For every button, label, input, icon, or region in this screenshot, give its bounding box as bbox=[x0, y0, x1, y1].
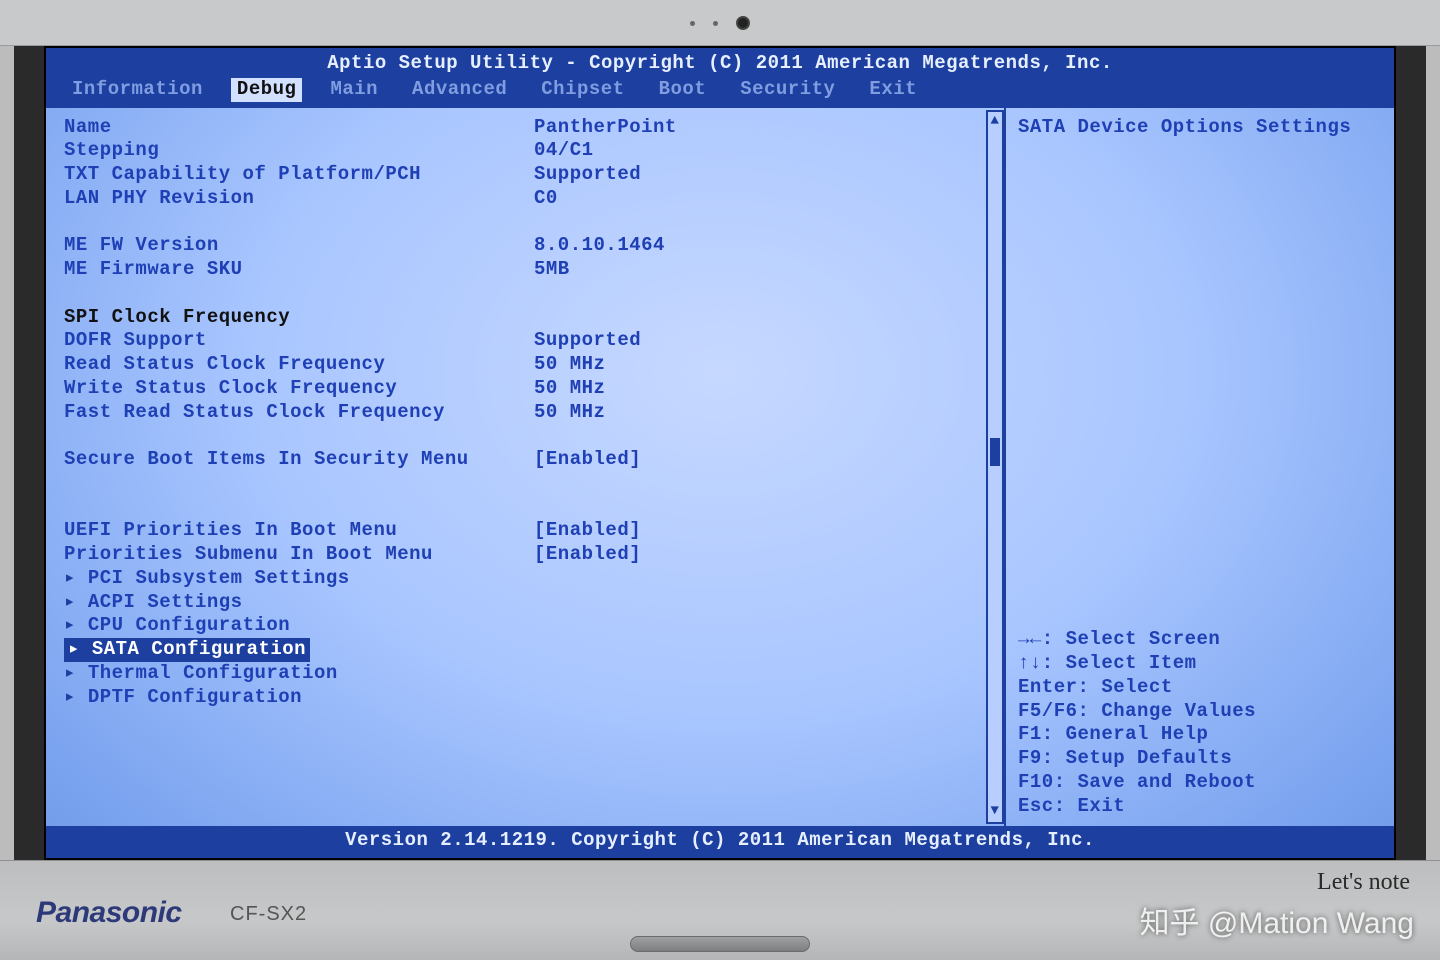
brand-series: Let's note bbox=[1317, 869, 1410, 896]
tab-advanced[interactable]: Advanced bbox=[406, 78, 513, 102]
setting-value: 04/C1 bbox=[534, 139, 594, 163]
submenu-dptf-configuration[interactable]: ▸ DPTF Configuration bbox=[64, 686, 994, 710]
tab-information[interactable]: Information bbox=[66, 78, 209, 102]
setting-value: [Enabled] bbox=[534, 543, 641, 567]
scrollbar[interactable]: ▲ ▼ bbox=[986, 110, 1004, 825]
setting-row: TXT Capability of Platform/PCHSupported bbox=[64, 163, 994, 187]
top-bezel bbox=[0, 0, 1440, 46]
setting-label: UEFI Priorities In Boot Menu bbox=[64, 519, 534, 543]
scroll-up-icon[interactable]: ▲ bbox=[991, 112, 1000, 130]
submenu-arrow-icon: ▸ bbox=[64, 591, 76, 613]
submenu-pci-subsystem-settings[interactable]: ▸ PCI Subsystem Settings bbox=[64, 567, 994, 591]
setting-label: Priorities Submenu In Boot Menu bbox=[64, 543, 534, 567]
setting-row: NamePantherPoint bbox=[64, 116, 994, 140]
setting-label: Write Status Clock Frequency bbox=[64, 377, 534, 401]
tab-debug[interactable]: Debug bbox=[231, 78, 303, 102]
hinge bbox=[630, 936, 810, 952]
setting-value: 50 MHz bbox=[534, 401, 605, 425]
tab-boot[interactable]: Boot bbox=[653, 78, 713, 102]
setting-label: Fast Read Status Clock Frequency bbox=[64, 401, 534, 425]
submenu-acpi-settings[interactable]: ▸ ACPI Settings bbox=[64, 591, 994, 615]
setting-row[interactable]: Priorities Submenu In Boot Menu[Enabled] bbox=[64, 543, 994, 567]
key-hints: →←: Select Screen↑↓: Select ItemEnter: S… bbox=[1018, 628, 1382, 818]
submenu-arrow-icon: ▸ bbox=[68, 638, 80, 660]
setting-label: DOFR Support bbox=[64, 329, 534, 353]
setting-row[interactable]: UEFI Priorities In Boot Menu[Enabled] bbox=[64, 519, 994, 543]
submenu-label: DPTF Configuration bbox=[76, 686, 302, 708]
setting-value: PantherPoint bbox=[534, 116, 677, 140]
setting-value: [Enabled] bbox=[534, 519, 641, 543]
bios-title: Aptio Setup Utility - Copyright (C) 2011… bbox=[46, 48, 1394, 78]
setting-label: ME Firmware SKU bbox=[64, 258, 534, 282]
tab-security[interactable]: Security bbox=[734, 78, 841, 102]
submenu-label: PCI Subsystem Settings bbox=[76, 567, 350, 589]
bios-menu-bar[interactable]: Information Debug Main Advanced Chipset Boot S… bbox=[46, 78, 1394, 106]
left-bezel bbox=[0, 46, 44, 860]
setting-row: Read Status Clock Frequency50 MHz bbox=[64, 353, 994, 377]
key-hint: F1: General Help bbox=[1018, 723, 1382, 747]
setting-value: C0 bbox=[534, 187, 558, 211]
submenu-label: SATA Configuration bbox=[80, 638, 306, 660]
bios-content: NamePantherPointStepping04/C1TXT Capabil… bbox=[46, 106, 1394, 827]
key-hint: F9: Setup Defaults bbox=[1018, 747, 1382, 771]
right-bezel bbox=[1396, 46, 1440, 860]
setting-value: 8.0.10.1464 bbox=[534, 234, 665, 258]
setting-label: TXT Capability of Platform/PCH bbox=[64, 163, 534, 187]
brand-model: CF-SX2 bbox=[230, 903, 307, 926]
submenu-cpu-configuration[interactable]: ▸ CPU Configuration bbox=[64, 614, 994, 638]
secure-boot-option[interactable]: Secure Boot Items In Security Menu [Enab… bbox=[64, 448, 994, 472]
submenu-label: CPU Configuration bbox=[76, 614, 290, 636]
setting-label: Stepping bbox=[64, 139, 534, 163]
submenu-arrow-icon: ▸ bbox=[64, 567, 76, 589]
key-hint: Esc: Exit bbox=[1018, 795, 1382, 819]
submenu-label: Thermal Configuration bbox=[76, 662, 338, 684]
setting-row: LAN PHY RevisionC0 bbox=[64, 187, 994, 211]
setting-row: Fast Read Status Clock Frequency50 MHz bbox=[64, 401, 994, 425]
setting-label: LAN PHY Revision bbox=[64, 187, 534, 211]
settings-pane[interactable]: NamePantherPointStepping04/C1TXT Capabil… bbox=[46, 108, 1004, 827]
key-hint: F5/F6: Change Values bbox=[1018, 700, 1382, 724]
setting-value: 5MB bbox=[534, 258, 570, 282]
laptop-frame: Aptio Setup Utility - Copyright (C) 2011… bbox=[0, 0, 1440, 960]
scroll-thumb[interactable] bbox=[990, 438, 1000, 466]
brand-maker: Panasonic bbox=[36, 896, 182, 930]
submenu-arrow-icon: ▸ bbox=[64, 614, 76, 636]
tab-main[interactable]: Main bbox=[324, 78, 384, 102]
tab-exit[interactable]: Exit bbox=[863, 78, 923, 102]
spi-heading: SPI Clock Frequency bbox=[64, 306, 534, 330]
sensor-dot bbox=[713, 21, 718, 26]
screen: Aptio Setup Utility - Copyright (C) 2011… bbox=[44, 46, 1396, 860]
setting-row: ME FW Version8.0.10.1464 bbox=[64, 234, 994, 258]
scroll-down-icon[interactable]: ▼ bbox=[991, 802, 1000, 820]
submenu-thermal-configuration[interactable]: ▸ Thermal Configuration bbox=[64, 662, 994, 686]
setting-row: ME Firmware SKU5MB bbox=[64, 258, 994, 282]
setting-row: DOFR SupportSupported bbox=[64, 329, 994, 353]
submenu-label: ACPI Settings bbox=[76, 591, 243, 613]
webcam-lens-icon bbox=[736, 16, 750, 30]
bios-footer: Version 2.14.1219. Copyright (C) 2011 Am… bbox=[46, 826, 1394, 858]
webcam-cluster bbox=[660, 14, 780, 32]
setting-row: Write Status Clock Frequency50 MHz bbox=[64, 377, 994, 401]
submenu-arrow-icon: ▸ bbox=[64, 662, 76, 684]
key-hint: ↑↓: Select Item bbox=[1018, 652, 1382, 676]
submenu-sata-configuration[interactable]: ▸ SATA Configuration bbox=[64, 638, 994, 662]
key-hint: →←: Select Screen bbox=[1018, 628, 1382, 652]
setting-value: Supported bbox=[534, 329, 641, 353]
tab-chipset[interactable]: Chipset bbox=[535, 78, 630, 102]
watermark: 知乎 @Mation Wang bbox=[1140, 898, 1414, 942]
setting-label: Name bbox=[64, 116, 534, 140]
key-hint: Enter: Select bbox=[1018, 676, 1382, 700]
sensor-dot bbox=[690, 21, 695, 26]
setting-value: 50 MHz bbox=[534, 353, 605, 377]
setting-row: Stepping04/C1 bbox=[64, 139, 994, 163]
help-text: SATA Device Options Settings bbox=[1018, 116, 1382, 140]
setting-label: Read Status Clock Frequency bbox=[64, 353, 534, 377]
setting-value: 50 MHz bbox=[534, 377, 605, 401]
help-pane: SATA Device Options Settings →←: Select … bbox=[1004, 108, 1394, 827]
submenu-arrow-icon: ▸ bbox=[64, 686, 76, 708]
bios-setup-utility[interactable]: Aptio Setup Utility - Copyright (C) 2011… bbox=[46, 48, 1394, 858]
setting-label: ME FW Version bbox=[64, 234, 534, 258]
key-hint: F10: Save and Reboot bbox=[1018, 771, 1382, 795]
setting-value: Supported bbox=[534, 163, 641, 187]
